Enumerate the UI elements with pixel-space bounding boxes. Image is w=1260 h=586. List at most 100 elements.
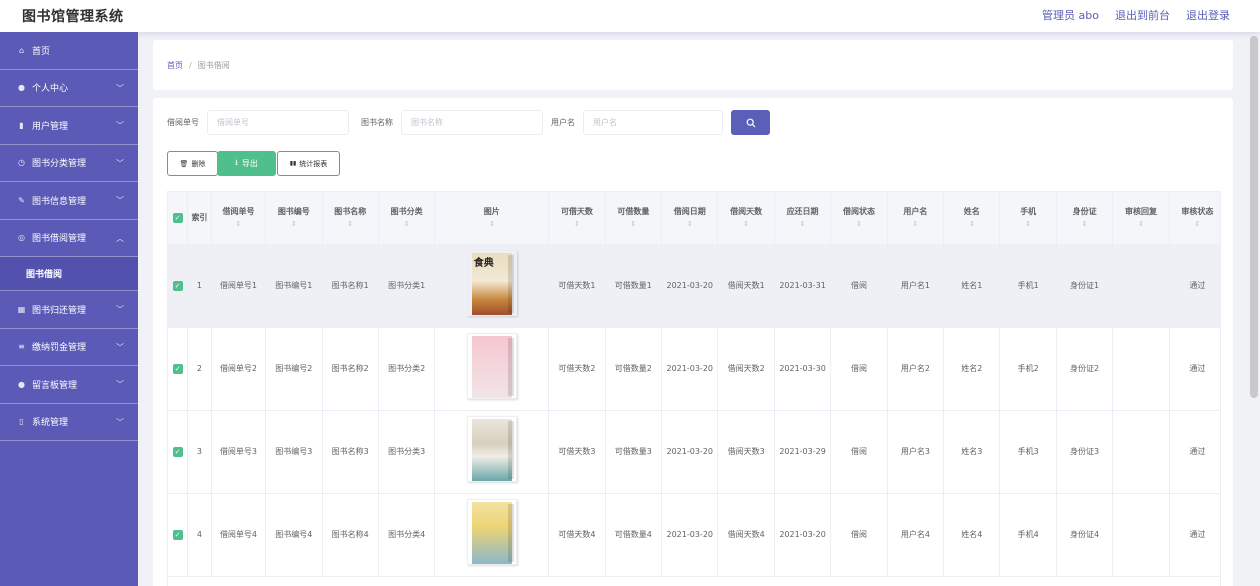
sort-caret-icon[interactable]: ⇕ [1002, 218, 1053, 231]
borrow-no-input[interactable]: 借阅单号 [207, 110, 349, 135]
sort-caret-icon[interactable]: ⇕ [946, 218, 997, 231]
sidebar-item[interactable]: ✎ 图书信息管理 ﹀ [0, 182, 138, 220]
book-cover-image [466, 416, 517, 482]
column-header-name[interactable]: 姓名 ⇕ [943, 192, 1001, 245]
action-bar: 🗑 删除 ⭳ 导出 ▮▮ 统计报表 [167, 151, 340, 176]
delete-button-label: 删除 [191, 159, 206, 168]
cell-borrow-no: 借阅单号4 [211, 493, 267, 577]
column-header-username[interactable]: 用户名 ⇕ [887, 192, 945, 245]
sort-caret-icon[interactable]: ⇕ [1115, 218, 1166, 231]
sort-caret-icon[interactable]: ⇕ [608, 218, 659, 231]
sidebar-item-label: 留言板管理 [32, 380, 78, 391]
sort-caret-icon[interactable]: ⇕ [720, 218, 771, 231]
table-row[interactable]: ✓ 4 借阅单号4 图书编号4 图书名称4 图书分类4 可借天数4 可借数量4 2021-03-… [168, 493, 1220, 577]
sort-caret-icon[interactable]: ⇕ [664, 218, 715, 231]
cell-due-date: 2021-03-31 [774, 244, 832, 328]
column-header-days-allowed[interactable]: 可借天数 ⇕ [548, 192, 606, 245]
bar-chart-icon: ▮▮ [289, 160, 297, 167]
sidebar-item[interactable]: ▮ 用户管理 ﹀ [0, 107, 138, 145]
cell-book-name: 图书名称4 [322, 493, 379, 577]
cell-text: 图书编号3 [275, 446, 313, 456]
delete-button[interactable]: 🗑 删除 [167, 151, 218, 176]
sidebar-item[interactable]: ▦ 图书归还管理 ﹀ [0, 291, 138, 329]
row-checkbox[interactable]: ✓ [172, 446, 183, 457]
sort-caret-icon[interactable]: ⇕ [1059, 218, 1110, 231]
sort-caret-icon[interactable]: ⇕ [551, 218, 602, 231]
cell-text: 手机1 [1017, 280, 1039, 290]
column-header-borrow-days[interactable]: 借阅天数 ⇕ [717, 192, 775, 245]
sort-caret-icon[interactable]: ⇕ [777, 218, 828, 231]
sort-caret-icon[interactable]: ⇕ [214, 218, 263, 231]
admin-user-label[interactable]: 管理员 abo [1042, 7, 1099, 23]
sort-caret-icon[interactable]: ⇕ [268, 218, 319, 231]
column-header-book-name[interactable]: 图书名称 ⇕ [322, 192, 379, 245]
page-scrollbar[interactable] [1250, 36, 1258, 398]
cell-text: 身份证4 [1070, 529, 1100, 539]
logout-link[interactable]: 退出登录 [1186, 7, 1230, 23]
username-input[interactable]: 用户名 [583, 110, 723, 135]
chevron-down-icon: ﹀ [116, 83, 124, 93]
sidebar-item[interactable]: ● 个人中心 ﹀ [0, 70, 138, 107]
column-header-label: 索引 [191, 213, 208, 223]
row-checkbox[interactable]: ✓ [172, 529, 183, 540]
cell-status: 借阅 [830, 327, 888, 411]
sort-caret-icon[interactable]: ⇕ [1172, 218, 1220, 231]
sidebar-subitem-book-borrow[interactable]: 图书借阅 [0, 257, 138, 291]
row-checkbox[interactable]: ✓ [172, 280, 183, 291]
column-header-borrow-date[interactable]: 借阅日期 ⇕ [661, 192, 719, 245]
column-header-id-card[interactable]: 身份证 ⇕ [1056, 192, 1114, 245]
cell-phone: 手机4 [999, 493, 1057, 577]
sidebar-item[interactable]: ⌂ 首页 [0, 32, 138, 70]
export-button[interactable]: ⭳ 导出 [217, 151, 276, 176]
cell-text: 可借数量2 [614, 363, 652, 373]
search-label-book-name: 图书名称 [361, 118, 393, 127]
column-header-reply[interactable]: 审核回复 ⇕ [1112, 192, 1170, 245]
column-header-due-date[interactable]: 应还日期 ⇕ [774, 192, 832, 245]
breadcrumb-home[interactable]: 首页 [167, 60, 183, 71]
user-icon: ● [18, 83, 25, 93]
column-header-label: 可借天数 [560, 206, 593, 216]
sort-caret-icon[interactable]: ⇕ [437, 218, 546, 231]
sidebar-item[interactable]: ◎ 图书借阅管理 ︿ [0, 220, 138, 257]
table-row[interactable]: ✓ 3 借阅单号3 图书编号3 图书名称3 图书分类3 可借天数3 可借数量3 2021-03-… [168, 410, 1220, 494]
sidebar-item[interactable]: ≡ 缴纳罚金管理 ﹀ [0, 329, 138, 366]
book-name-input[interactable]: 图书名称 [401, 110, 543, 135]
chevron-down-icon: ﹀ [116, 380, 124, 389]
cell-text: 3 [196, 446, 202, 456]
stats-report-button[interactable]: ▮▮ 统计报表 [277, 151, 340, 176]
column-header-book-no[interactable]: 图书编号 ⇕ [265, 192, 323, 245]
sidebar-item[interactable]: ● 留言板管理 ﹀ [0, 366, 138, 404]
search-button[interactable] [731, 110, 770, 135]
sidebar-item[interactable]: ▯ 系统管理 ﹀ [0, 404, 138, 441]
column-header-category[interactable]: 图书分类 ⇕ [378, 192, 436, 245]
column-header-label: 手机 [1020, 206, 1037, 216]
select-all-checkbox[interactable]: ✓ [172, 213, 183, 224]
table-row[interactable]: ✓ 2 借阅单号2 图书编号2 图书名称2 图书分类2 可借天数2 可借数量2 2021-03-… [168, 327, 1220, 411]
column-header-image[interactable]: 图片 ⇕ [434, 192, 550, 245]
menu-icon: ≡ [18, 342, 25, 352]
table-row[interactable]: ✓ 1 借阅单号1 图书编号1 图书名称1 图书分类1 食典 可借天数1 可借数量1 2021-0… [168, 244, 1220, 328]
sidebar-item[interactable]: ◷ 图书分类管理 ﹀ [0, 145, 138, 182]
cell-username: 用户名2 [887, 327, 945, 411]
sort-caret-icon[interactable]: ⇕ [325, 218, 376, 231]
cell-text: 可借数量1 [614, 280, 652, 290]
topbar-links: 管理员 abo 退出到前台 退出登录 [1042, 7, 1230, 23]
column-header-label: 借阅单号 [222, 206, 255, 216]
chevron-down-icon: ﹀ [116, 121, 124, 130]
column-header-qty-allowed[interactable]: 可借数量 ⇕ [605, 192, 663, 245]
sort-caret-icon[interactable]: ⇕ [833, 218, 884, 231]
column-header-borrow-no[interactable]: 借阅单号 ⇕ [211, 192, 267, 245]
circle-icon: ◎ [18, 233, 25, 243]
sidebar-item-label: 图书归还管理 [32, 305, 87, 316]
cell-text: 借阅 [850, 363, 867, 373]
sort-caret-icon[interactable]: ⇕ [381, 218, 432, 231]
column-header-status[interactable]: 借阅状态 ⇕ [830, 192, 888, 245]
column-header-phone[interactable]: 手机 ⇕ [999, 192, 1057, 245]
column-header-audit[interactable]: 审核状态 ⇕ [1169, 192, 1220, 245]
sort-caret-icon[interactable]: ⇕ [890, 218, 941, 231]
cell-book-name: 图书名称2 [322, 327, 379, 411]
column-header-label: 身份证 [1072, 206, 1097, 216]
cell-text: 可借天数4 [558, 529, 596, 539]
row-checkbox[interactable]: ✓ [172, 363, 183, 374]
exit-to-front-link[interactable]: 退出到前台 [1115, 7, 1170, 23]
